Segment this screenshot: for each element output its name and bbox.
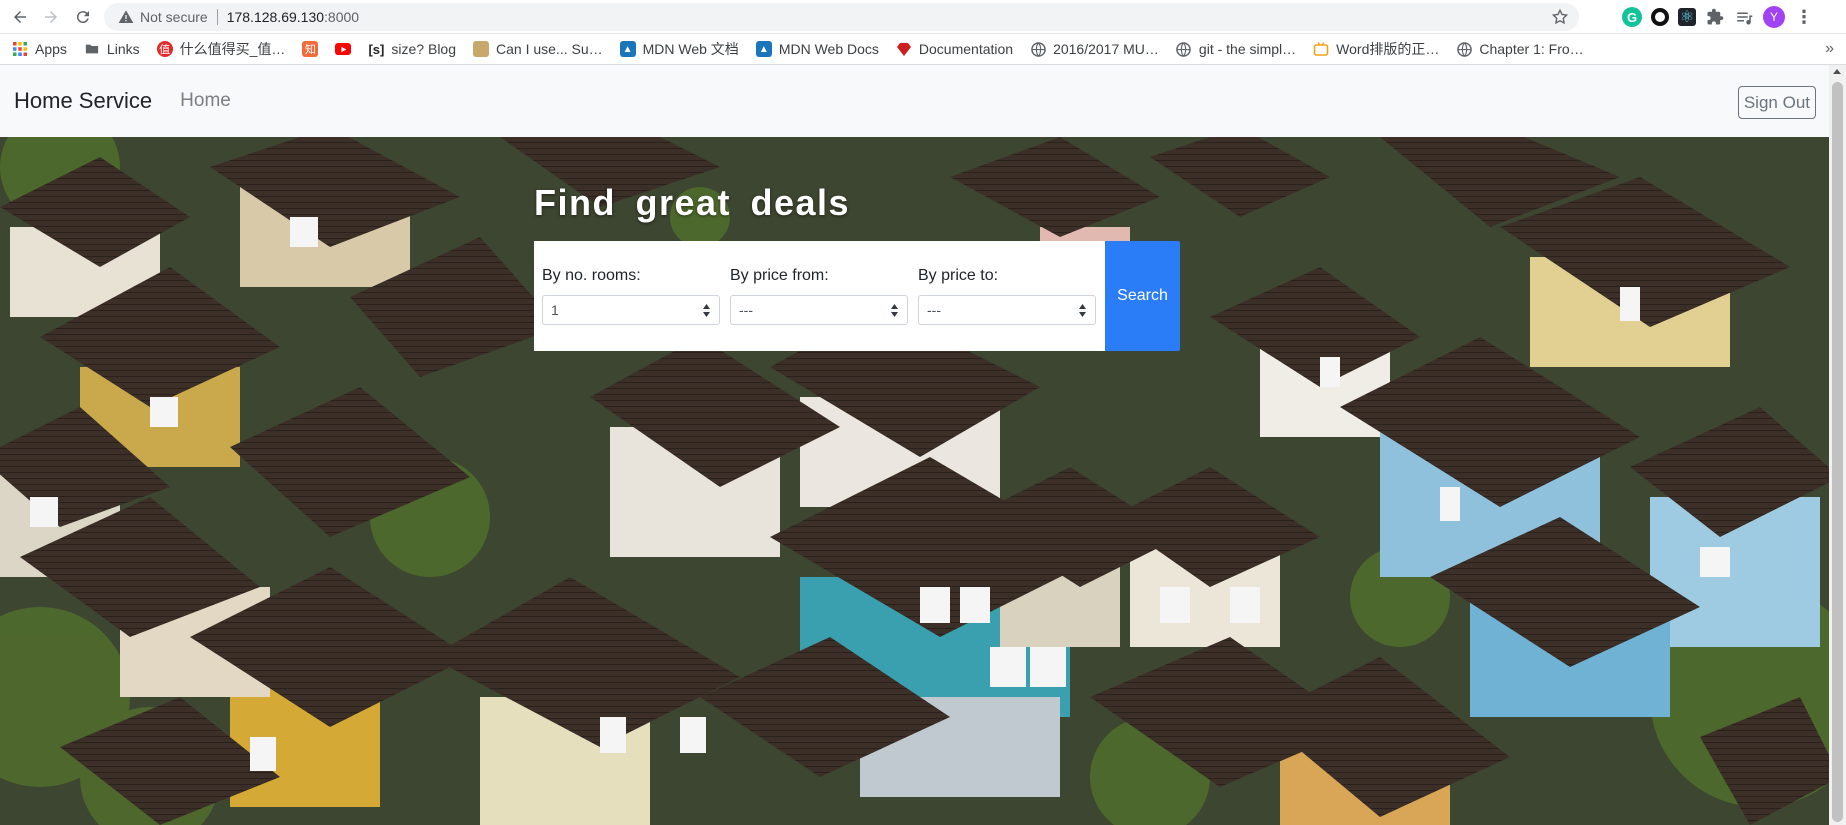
bookmark-label: Documentation <box>918 41 1014 57</box>
site-navbar: Home Service Home Sign Out <box>0 65 1829 137</box>
bookmark-size-blog[interactable]: [s] size? Blog <box>368 41 456 57</box>
bookmarks-overflow-icon[interactable]: » <box>1825 40 1834 58</box>
bookmark-label: size? Blog <box>391 41 456 57</box>
caniuse-icon <box>473 41 489 57</box>
rooms-select[interactable]: 1 <box>542 295 720 325</box>
orange-site-icon: 知 <box>302 41 319 57</box>
bookmark-links[interactable]: Links <box>84 41 140 57</box>
smzdm-icon: 值 <box>156 41 173 57</box>
bookmark-apps[interactable]: Apps <box>12 41 67 57</box>
bookmark-mdn-cn[interactable]: ▲ MDN Web 文档 <box>619 39 739 59</box>
not-secure-label: Not secure <box>140 9 208 25</box>
profile-avatar[interactable]: Y <box>1763 6 1785 28</box>
bookmark-documentation[interactable]: Documentation <box>896 41 1013 57</box>
brand-link[interactable]: Home Service <box>14 88 152 114</box>
bookmark-youtube[interactable] <box>335 43 358 55</box>
grammarly-icon[interactable]: G <box>1622 7 1642 27</box>
bookmark-label: Links <box>106 41 140 57</box>
browser-toolbar: Not secure 178.128.69.130:8000 G ⚛ Y ⋮ <box>0 0 1846 34</box>
reload-icon[interactable] <box>69 3 97 31</box>
price-from-select-value: --- <box>739 302 753 318</box>
scroll-up-arrow-icon[interactable] <box>1833 69 1841 74</box>
youtube-icon <box>335 43 352 55</box>
bookmark-label: MDN Web Docs <box>778 41 879 57</box>
search-form: By no. rooms: 1 By price from: --- By pr… <box>534 241 1105 351</box>
select-arrows-icon <box>1079 304 1086 317</box>
bookmark-chapter1[interactable]: Chapter 1: Fro… <box>1456 41 1584 57</box>
sign-out-button[interactable]: Sign Out <box>1737 86 1816 119</box>
reading-list-icon[interactable] <box>1734 7 1754 27</box>
nav-home-link[interactable]: Home <box>180 90 231 112</box>
extensions-area: G ⚛ Y ⋮ <box>1622 6 1814 28</box>
forward-icon[interactable] <box>37 3 65 31</box>
circle-extension-icon[interactable] <box>1651 8 1669 26</box>
bookmark-star-icon[interactable] <box>1551 8 1569 26</box>
price-to-label: By price to: <box>918 267 999 284</box>
browser-menu-icon[interactable]: ⋮ <box>1794 7 1814 27</box>
omnibox-divider <box>216 9 218 25</box>
bookmark-mu[interactable]: 2016/2017 MU… <box>1030 41 1159 57</box>
url-host: 178.128.69.130 <box>226 9 325 25</box>
url-port: :8000 <box>324 9 360 25</box>
bookmark-label: 2016/2017 MU… <box>1053 41 1159 57</box>
bookmarks-bar: Apps Links 值 什么值得买_值… 知 [s] size? Blog C… <box>0 34 1846 65</box>
bookmark-label: Chapter 1: Fro… <box>1479 41 1584 57</box>
price-from-label: By price from: <box>730 267 829 284</box>
bookmark-label: 什么值得买_值… <box>179 41 286 57</box>
size-blog-icon: [s] <box>368 41 385 57</box>
price-from-select[interactable]: --- <box>730 295 908 325</box>
bookmark-label: Can I use... Su… <box>496 41 603 57</box>
web-page: Home Service Home Sign Out Find great de… <box>0 65 1846 825</box>
bookmark-mdn[interactable]: ▲ MDN Web Docs <box>755 41 879 57</box>
bookmark-label: Apps <box>35 41 67 57</box>
bookmark-word[interactable]: Word排版的正… <box>1313 39 1439 59</box>
price-from-field: By price from: --- <box>730 267 908 325</box>
rooms-field: By no. rooms: 1 <box>542 267 720 325</box>
rooms-select-value: 1 <box>551 302 559 318</box>
folder-icon <box>84 41 100 57</box>
bookmark-label: Word排版的正… <box>1336 41 1440 57</box>
hero-section: Find great deals By no. rooms: 1 By pric… <box>0 137 1829 825</box>
apps-grid-icon <box>12 41 28 57</box>
price-to-select-value: --- <box>927 302 941 318</box>
back-icon[interactable] <box>6 3 34 31</box>
react-devtools-icon[interactable]: ⚛ <box>1678 8 1696 26</box>
address-bar[interactable]: Not secure 178.128.69.130:8000 <box>104 3 1579 31</box>
mdn-icon: ▲ <box>755 41 772 57</box>
bookmark-orange-site[interactable]: 知 <box>302 41 325 57</box>
scrollbar-thumb[interactable] <box>1832 82 1843 822</box>
search-button[interactable]: Search <box>1105 241 1180 351</box>
extensions-puzzle-icon[interactable] <box>1705 7 1725 27</box>
mdn-icon: ▲ <box>619 41 636 57</box>
bookmark-smzdm[interactable]: 值 什么值得买_值… <box>156 39 286 59</box>
hero-title: Find great deals <box>534 182 851 223</box>
globe-icon <box>1030 41 1046 57</box>
price-to-select[interactable]: --- <box>918 295 1096 325</box>
ruby-icon <box>896 41 912 57</box>
warning-icon <box>118 10 134 23</box>
globe-icon <box>1456 41 1472 57</box>
bookmark-git[interactable]: git - the simpl… <box>1176 41 1296 57</box>
bookmark-label: git - the simpl… <box>1198 41 1297 57</box>
rooms-label: By no. rooms: <box>542 267 641 284</box>
bilibili-icon <box>1313 41 1329 57</box>
bookmark-label: MDN Web 文档 <box>642 41 739 57</box>
price-to-field: By price to: --- <box>918 267 1096 325</box>
select-arrows-icon <box>891 304 898 317</box>
select-arrows-icon <box>703 304 710 317</box>
page-scrollbar[interactable] <box>1829 65 1846 825</box>
bookmark-caniuse[interactable]: Can I use... Su… <box>473 41 603 57</box>
globe-icon <box>1176 41 1192 57</box>
